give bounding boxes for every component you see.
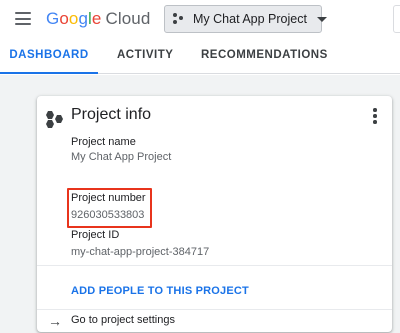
project-name-value: My Chat App Project [71,151,172,163]
project-id-label: Project ID [71,229,120,241]
add-people-link[interactable]: ADD PEOPLE TO THIS PROJECT [71,285,249,297]
top-bar: Google Cloud My Chat App Project [0,0,400,38]
chevron-down-icon [316,16,327,22]
project-info-card: Project info Project name My Chat App Pr… [37,96,392,332]
project-name-label: Project name [71,136,136,148]
settings-link-label: Go to project settings [71,314,175,326]
hexagon-cluster-icon [46,111,64,129]
card-header: Project info [37,96,392,136]
tab-recommendations[interactable]: RECOMMENDATIONS [201,38,328,74]
go-to-settings-link[interactable]: → Go to project settings [37,310,392,332]
divider [37,265,392,266]
more-vert-icon[interactable] [367,108,383,126]
toolbar-button-partial[interactable] [393,5,400,33]
project-picker-label: My Chat App Project [193,12,307,26]
project-number-value: 926030533803 [71,209,145,221]
card-title: Project info [71,106,152,123]
project-number-label: Project number [71,192,146,204]
dashboard-content: Project info Project name My Chat App Pr… [0,75,400,333]
arrow-right-icon: → [48,313,62,329]
tab-bar: DASHBOARD ACTIVITY RECOMMENDATIONS [0,38,400,74]
tab-activity[interactable]: ACTIVITY [117,38,173,74]
google-cloud-logo[interactable]: Google Cloud [46,9,150,29]
project-picker-button[interactable]: My Chat App Project [164,5,327,33]
project-dots-icon [173,13,185,25]
project-id-value: my-chat-app-project-384717 [71,246,210,258]
hamburger-icon[interactable] [15,12,31,25]
tab-dashboard[interactable]: DASHBOARD [0,38,98,74]
